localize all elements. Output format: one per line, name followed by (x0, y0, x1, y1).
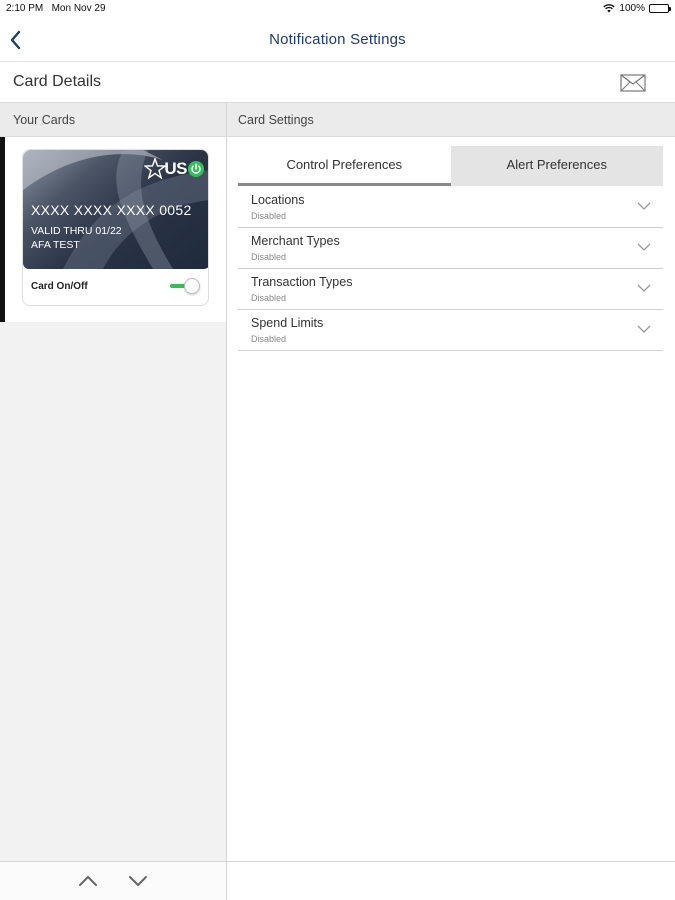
card-holder-name: AFA TEST (31, 239, 80, 251)
toggle-knob (184, 278, 200, 294)
star-icon (144, 158, 167, 180)
your-cards-panel: Your Cards US XXXX XXXX XXXX 0052 VALID … (0, 103, 227, 900)
nav-bar: Notification Settings (0, 18, 675, 62)
setting-row-merchant-types[interactable]: Merchant Types Disabled (238, 228, 663, 269)
card-image: US XXXX XXXX XXXX 0052 VALID THRU 01/22 … (23, 150, 208, 269)
envelope-icon[interactable] (620, 74, 646, 92)
setting-title: Spend Limits (251, 316, 324, 330)
chevron-down-icon (637, 284, 651, 292)
card-on-off-label: Card On/Off (31, 281, 88, 292)
setting-title: Merchant Types (251, 234, 340, 248)
right-bottom-bar (227, 861, 675, 900)
page-title: Notification Settings (269, 31, 406, 48)
status-time: 2:10 PM (6, 3, 44, 14)
setting-title: Transaction Types (251, 275, 353, 289)
setting-status: Disabled (251, 252, 287, 262)
battery-icon (649, 4, 671, 13)
setting-row-locations[interactable]: Locations Disabled (238, 187, 663, 228)
card-details-header: Card Details (0, 63, 675, 103)
power-icon (188, 161, 204, 177)
tab-alert-preferences[interactable]: Alert Preferences (450, 146, 663, 186)
card-tile[interactable]: US XXXX XXXX XXXX 0052 VALID THRU 01/22 … (22, 149, 209, 306)
chevron-down-icon (637, 243, 651, 251)
setting-row-spend-limits[interactable]: Spend Limits Disabled (238, 310, 663, 351)
status-date: Mon Nov 29 (51, 3, 106, 14)
card-number: XXXX XXXX XXXX 0052 (31, 202, 192, 218)
card-settings-panel: Card Settings Control Preferences Alert … (227, 103, 675, 900)
selected-indicator (0, 137, 5, 322)
battery-percent: 100% (619, 3, 645, 14)
tab-control-preferences[interactable]: Control Preferences (238, 146, 451, 186)
card-logo: US (144, 158, 204, 180)
your-cards-header: Your Cards (0, 103, 226, 137)
setting-status: Disabled (251, 293, 287, 303)
card-details-title: Card Details (13, 73, 102, 90)
preferences-tabs: Control Preferences Alert Preferences (238, 146, 663, 186)
setting-status: Disabled (251, 334, 287, 344)
status-time-date: 2:10 PM Mon Nov 29 (6, 3, 106, 14)
settings-list: Locations Disabled Merchant Types Disabl… (238, 187, 663, 351)
card-valid-thru: VALID THRU 01/22 (31, 225, 122, 237)
card-navigation-bar (0, 861, 226, 900)
setting-title: Locations (251, 193, 305, 207)
status-bar: 2:10 PM Mon Nov 29 100% (0, 0, 675, 18)
chevron-down-icon (637, 325, 651, 333)
logo-text: US (164, 159, 187, 178)
chevron-down-icon[interactable] (126, 872, 150, 890)
chevron-up-icon[interactable] (76, 872, 100, 890)
chevron-down-icon (637, 202, 651, 210)
card-on-off-toggle[interactable] (170, 278, 200, 294)
status-right: 100% (603, 3, 671, 14)
setting-status: Disabled (251, 211, 287, 221)
card-settings-header: Card Settings (227, 103, 675, 137)
wifi-icon (603, 4, 616, 13)
setting-row-transaction-types[interactable]: Transaction Types Disabled (238, 269, 663, 310)
card-list-item[interactable]: US XXXX XXXX XXXX 0052 VALID THRU 01/22 … (0, 137, 226, 322)
